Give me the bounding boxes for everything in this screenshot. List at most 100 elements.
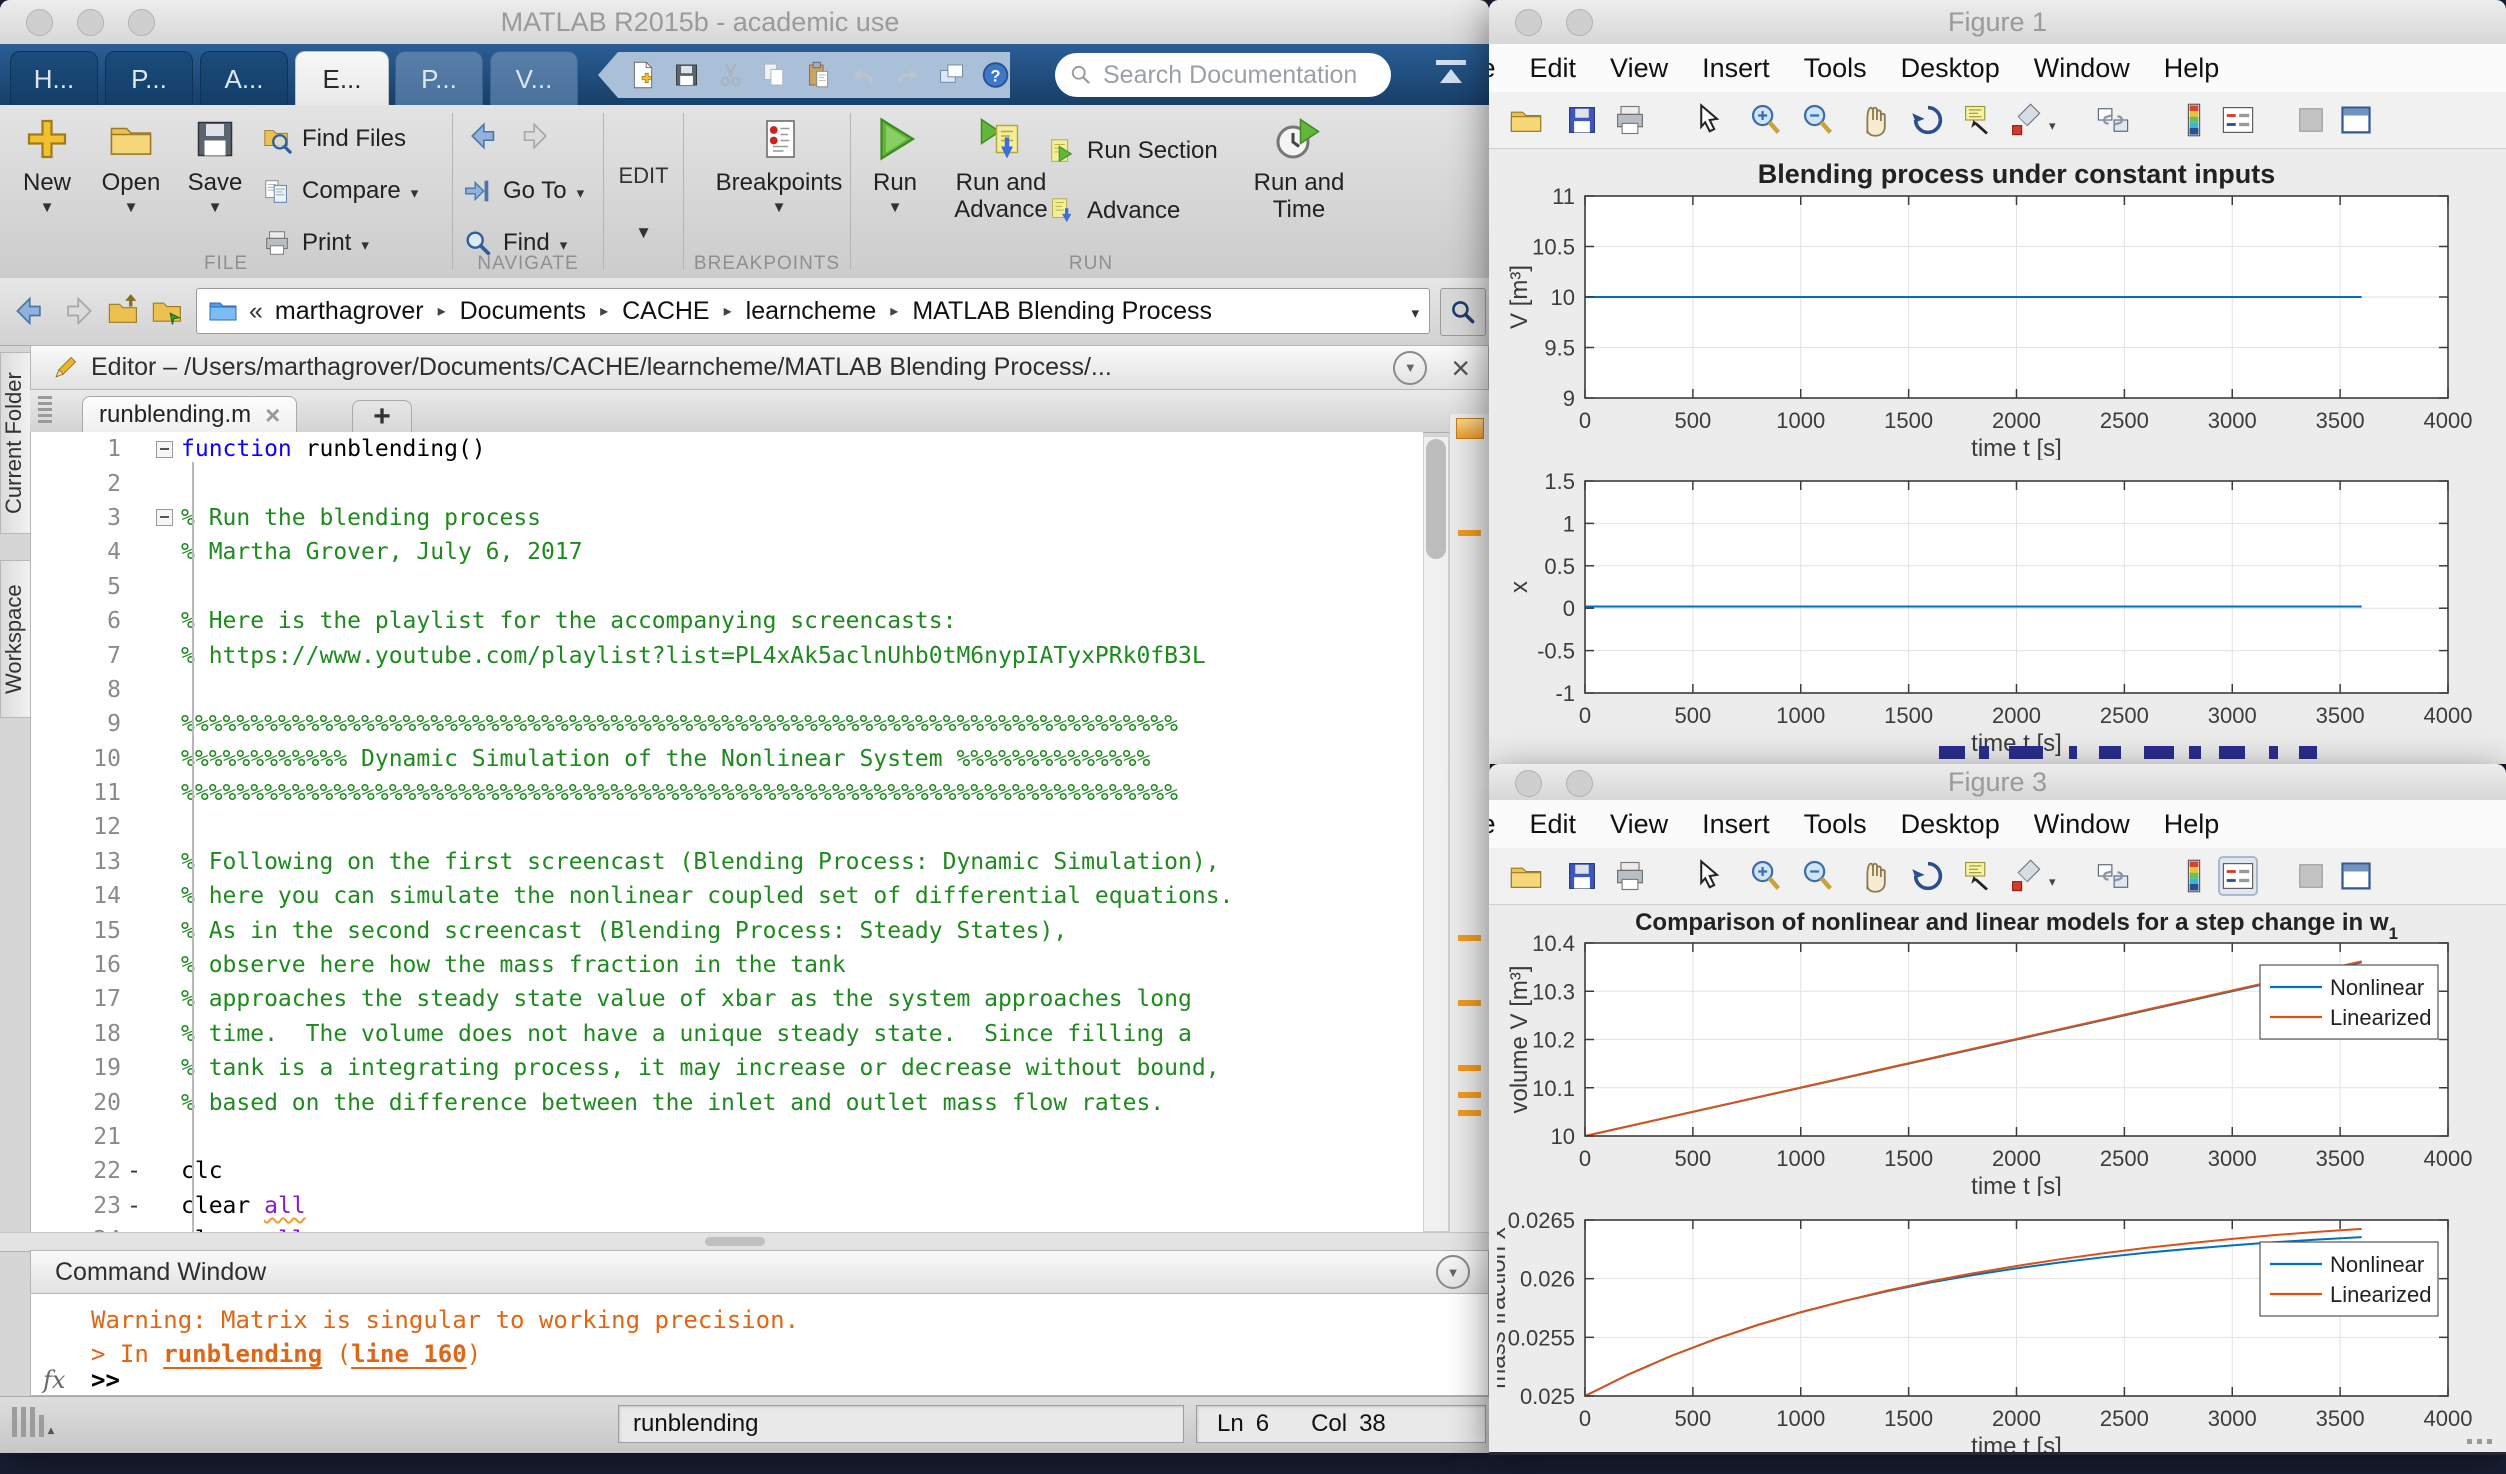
- menu-item-help[interactable]: Help: [2147, 809, 2237, 840]
- menu-item-tools[interactable]: Tools: [1787, 53, 1884, 84]
- disabled-tool-icon[interactable]: [2293, 102, 2329, 138]
- insert-legend-icon[interactable]: [2220, 102, 2256, 138]
- menu-item-view[interactable]: View: [1593, 53, 1685, 84]
- command-prompt[interactable]: >>: [91, 1366, 120, 1394]
- run-button[interactable]: Run▼: [855, 115, 935, 216]
- data-cursor-icon[interactable]: [1960, 858, 1996, 894]
- open-icon[interactable]: [1508, 102, 1544, 138]
- back-icon[interactable]: [469, 119, 503, 153]
- search-input[interactable]: [1101, 60, 1365, 91]
- code-line-10[interactable]: 10%%%%%%%%%%%% Dynamic Simulation of the…: [31, 742, 1423, 776]
- toolstrip-tab-4[interactable]: P...: [395, 51, 483, 105]
- advance-button[interactable]: Advance: [1047, 191, 1180, 231]
- fold-collapse-icon[interactable]: [156, 509, 173, 526]
- edit-group[interactable]: EDIT ▼: [604, 105, 683, 278]
- message-indicator-bar[interactable]: [1449, 414, 1490, 1232]
- warning-tick[interactable]: [1458, 1000, 1481, 1006]
- compare-button[interactable]: Compare▾: [262, 171, 418, 211]
- zoom-in-icon[interactable]: [1748, 102, 1784, 138]
- insert-colorbar-icon[interactable]: [2176, 102, 2212, 138]
- minimize-toolstrip-icon[interactable]: [1434, 58, 1468, 90]
- minimize-icon[interactable]: [77, 9, 104, 36]
- menu-item-file[interactable]: File: [1489, 53, 1513, 84]
- statusbar-grip-icon[interactable]: ▴: [12, 1407, 54, 1437]
- save-icon[interactable]: [1564, 858, 1600, 894]
- search-documentation-box[interactable]: [1055, 53, 1391, 97]
- code-line-8[interactable]: 8: [31, 673, 1423, 707]
- goto-button[interactable]: Go To▾: [463, 171, 584, 211]
- panel-menu-icon[interactable]: ▼: [1393, 351, 1427, 385]
- code-line-24[interactable]: 24-close all: [31, 1223, 1423, 1232]
- fold-gutter[interactable]: [147, 509, 181, 526]
- run-section-button[interactable]: Run Section: [1047, 131, 1218, 171]
- undo-icon[interactable]: [849, 60, 878, 90]
- breakpoints-button[interactable]: Breakpoints▼: [724, 115, 834, 216]
- menu-item-desktop[interactable]: Desktop: [1884, 809, 2017, 840]
- warning-tick[interactable]: [1458, 1110, 1481, 1116]
- toolstrip-tab-3[interactable]: E...: [295, 51, 389, 105]
- code-line-13[interactable]: 13% Following on the first screencast (B…: [31, 845, 1423, 879]
- code-line-3[interactable]: 3% Run the blending process: [31, 501, 1423, 535]
- toolstrip-tab-5[interactable]: V...: [490, 51, 578, 105]
- link-plot-icon[interactable]: [2095, 102, 2131, 138]
- code-line-22[interactable]: 22-clc: [31, 1154, 1423, 1188]
- switch-windows-icon[interactable]: [937, 60, 966, 90]
- run-and-time-button[interactable]: Run and Time: [1241, 115, 1357, 223]
- toolstrip-tab-1[interactable]: P...: [105, 51, 193, 105]
- new-script-icon[interactable]: [628, 60, 657, 90]
- menu-item-edit[interactable]: Edit: [1513, 809, 1594, 840]
- code-line-4[interactable]: 4% Martha Grover, July 6, 2017: [31, 535, 1423, 569]
- rotate-3d-icon[interactable]: [1910, 102, 1946, 138]
- print-icon[interactable]: [1612, 858, 1648, 894]
- code-line-2[interactable]: 2: [31, 466, 1423, 500]
- code-line-7[interactable]: 7% https://www.youtube.com/playlist?list…: [31, 638, 1423, 672]
- close-icon[interactable]: [26, 9, 53, 36]
- code-line-9[interactable]: 9%%%%%%%%%%%%%%%%%%%%%%%%%%%%%%%%%%%%%%%…: [31, 707, 1423, 741]
- brush-icon[interactable]: [2007, 102, 2043, 138]
- code-line-17[interactable]: 17% approaches the steady state value of…: [31, 982, 1423, 1016]
- figure3-titlebar[interactable]: Figure 3: [1489, 764, 2506, 801]
- warning-tick[interactable]: [1458, 1065, 1481, 1071]
- breadcrumb-item[interactable]: Documents: [460, 297, 586, 326]
- scrollbar-thumb[interactable]: [1426, 439, 1446, 559]
- editor-scrollbar[interactable]: [1423, 436, 1449, 1232]
- insert-legend-icon[interactable]: [2220, 858, 2256, 894]
- breadcrumb-item[interactable]: learncheme: [746, 297, 877, 326]
- menu-item-window[interactable]: Window: [2017, 809, 2147, 840]
- breadcrumb-item[interactable]: CACHE: [622, 297, 710, 326]
- code-line-14[interactable]: 14% here you can simulate the nonlinear …: [31, 879, 1423, 913]
- menu-item-tools[interactable]: Tools: [1787, 809, 1884, 840]
- warning-tick[interactable]: [1458, 530, 1481, 536]
- edit-plot-icon[interactable]: [1690, 102, 1726, 138]
- brush-dropdown-icon[interactable]: ▾: [2049, 118, 2056, 134]
- toolstrip-tab-0[interactable]: H...: [10, 51, 98, 105]
- rotate-3d-icon[interactable]: [1910, 858, 1946, 894]
- menu-item-window[interactable]: Window: [2017, 53, 2147, 84]
- link-plot-icon[interactable]: [2095, 858, 2131, 894]
- brush-icon[interactable]: [2007, 858, 2043, 894]
- redo-icon[interactable]: [893, 60, 922, 90]
- new-tab-button[interactable]: +: [352, 400, 412, 433]
- breadcrumb-item[interactable]: MATLAB Blending Process: [912, 297, 1212, 326]
- panel-splitter[interactable]: [0, 1232, 1489, 1252]
- menu-item-edit[interactable]: Edit: [1513, 53, 1594, 84]
- edit-plot-icon[interactable]: [1690, 858, 1726, 894]
- drag-handle[interactable]: [38, 396, 52, 426]
- warning-tick[interactable]: [1458, 1092, 1481, 1098]
- toolstrip-tab-2[interactable]: A...: [200, 51, 288, 105]
- forward-icon[interactable]: [58, 293, 94, 329]
- menu-item-insert[interactable]: Insert: [1685, 809, 1787, 840]
- brush-dropdown-icon[interactable]: ▾: [2049, 874, 2056, 890]
- open-button[interactable]: Open▼: [88, 115, 174, 216]
- browse-folder-icon[interactable]: [150, 293, 186, 329]
- back-icon[interactable]: [14, 293, 50, 329]
- disabled-tool-icon[interactable]: [2293, 858, 2329, 894]
- line-link[interactable]: line 160: [351, 1340, 467, 1368]
- print-icon[interactable]: [1612, 102, 1648, 138]
- new-button[interactable]: New▼: [4, 115, 90, 216]
- zoom-in-icon[interactable]: [1748, 858, 1784, 894]
- save-button[interactable]: Save▼: [172, 115, 258, 216]
- code-line-5[interactable]: 5: [31, 570, 1423, 604]
- code-line-15[interactable]: 15% As in the second screencast (Blendin…: [31, 913, 1423, 947]
- function-link[interactable]: runblending: [163, 1340, 322, 1368]
